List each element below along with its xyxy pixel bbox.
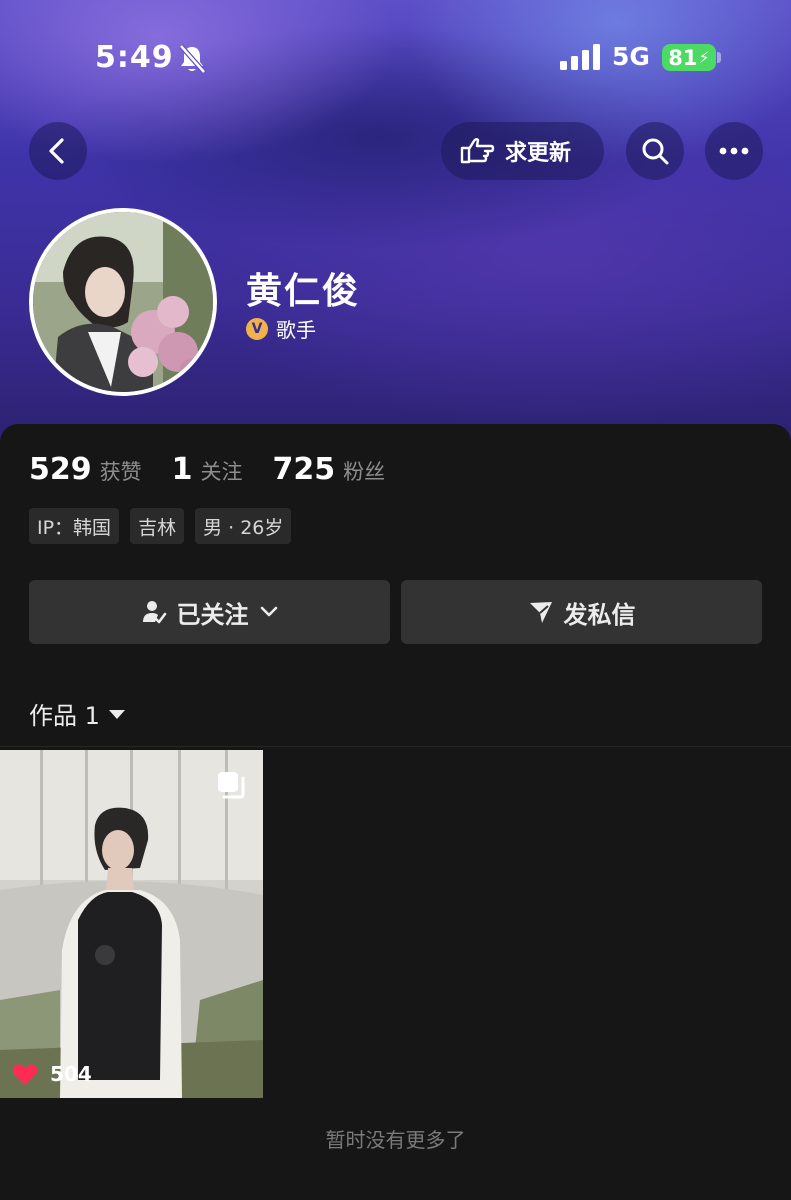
request-update-button[interactable]: 求更新 (441, 122, 604, 180)
send-icon (529, 602, 552, 623)
verified-label: 歌手 (276, 318, 316, 342)
search-icon (642, 138, 669, 165)
signal-icon (560, 44, 600, 70)
location-tag: 吉林 (130, 508, 185, 544)
send-message-label: 发私信 (563, 600, 636, 629)
chevron-down-icon (260, 606, 277, 617)
heart-icon (12, 1063, 38, 1085)
likes-count[interactable]: 529 (29, 452, 92, 487)
request-update-label: 求更新 (505, 141, 572, 166)
user-check-icon (142, 601, 166, 624)
following-count[interactable]: 1 (172, 452, 193, 487)
followed-label: 已关注 (176, 600, 249, 629)
followers-count[interactable]: 725 (273, 452, 336, 487)
following-label[interactable]: 关注 (201, 456, 243, 486)
profile-name: 黄仁俊 (246, 271, 361, 312)
caret-down-icon (108, 709, 125, 719)
ip-location-tag: IP：韩国 (29, 508, 120, 544)
verified-badge: V 歌手 (246, 314, 316, 343)
network-type: 5G (612, 42, 650, 71)
followed-button[interactable]: 已关注 (29, 580, 390, 644)
likes-label[interactable]: 获赞 (100, 456, 142, 486)
avatar[interactable] (29, 208, 217, 396)
video-likes: 504 (12, 1062, 92, 1086)
pointing-hand-icon (460, 138, 495, 164)
video-thumbnail[interactable]: 504 (0, 750, 263, 1098)
more-button[interactable] (705, 122, 763, 180)
back-icon (49, 138, 64, 164)
status-time: 5:49 (95, 40, 174, 75)
back-button[interactable] (29, 122, 87, 180)
battery-icon: 81 ⚡ (662, 44, 716, 71)
stats-row: 529 获赞 1 关注 725 粉丝 (29, 452, 415, 487)
works-tab[interactable]: 作品 1 (29, 696, 126, 731)
works-label: 作品 1 (29, 702, 100, 730)
no-more-content-text: 暂时没有更多了 (325, 1128, 466, 1152)
search-button[interactable] (626, 122, 684, 180)
avatar-photo (33, 212, 213, 392)
verified-icon: V (246, 317, 268, 340)
battery-cap (717, 52, 721, 63)
video-likes-count: 504 (50, 1062, 92, 1086)
bell-mute-icon (179, 44, 206, 74)
send-message-button[interactable]: 发私信 (401, 580, 762, 644)
followers-label[interactable]: 粉丝 (343, 456, 385, 486)
divider (0, 746, 791, 747)
multiple-images-icon (218, 772, 245, 799)
profile-panel: 529 获赞 1 关注 725 粉丝 IP：韩国 吉林 男 · 26岁 已关注 … (0, 424, 791, 1200)
video-thumbnail-image (0, 750, 263, 1098)
battery-level: 81 (668, 45, 698, 70)
gender-age-tag: 男 · 26岁 (195, 508, 292, 544)
status-bar: 5:49 5G 81 ⚡ (0, 0, 791, 116)
more-icon (719, 147, 749, 155)
profile-tags: IP：韩国 吉林 男 · 26岁 (29, 508, 292, 544)
